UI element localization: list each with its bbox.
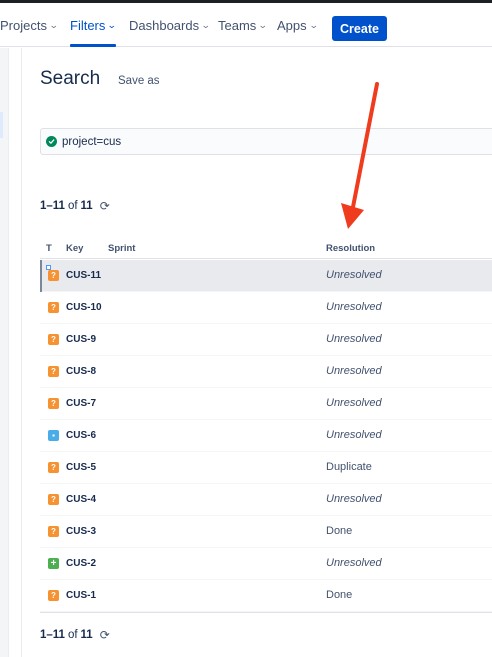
issue-key-link[interactable]: CUS-5	[66, 462, 96, 473]
issue-key-link[interactable]: CUS-2	[66, 558, 96, 569]
nav-apps-label: Apps	[277, 17, 307, 33]
nav-projects[interactable]: Projects ⌄	[0, 3, 59, 47]
top-navigation: Projects ⌄ Filters ⌄ Dashboards ⌄ Teams ⌄ Ap…	[0, 3, 492, 47]
chevron-down-icon: ⌄	[200, 19, 211, 30]
question-icon: ?	[48, 334, 59, 345]
refresh-icon[interactable]: ⟳	[100, 628, 110, 642]
issue-key-link[interactable]: CUS-9	[66, 334, 96, 345]
question-icon: ?	[48, 526, 59, 537]
table-row[interactable]: ? CUS-4 Unresolved	[40, 484, 492, 516]
jql-query-text: project=cus	[62, 135, 122, 148]
table-row[interactable]: ? CUS-9 Unresolved	[40, 324, 492, 356]
column-header-sprint[interactable]: Sprint	[108, 243, 135, 254]
issue-key-link[interactable]: CUS-7	[66, 398, 96, 409]
result-of: of	[67, 629, 78, 641]
result-of: of	[67, 200, 78, 212]
resolution-value: Unresolved	[326, 365, 382, 377]
issue-key-link[interactable]: CUS-3	[66, 526, 96, 537]
table-row[interactable]: ▪ CUS-6 Unresolved	[40, 420, 492, 452]
nav-teams-label: Teams	[218, 17, 257, 33]
result-total: 11	[80, 629, 93, 641]
chevron-down-icon: ⌄	[308, 19, 319, 30]
resolution-value: Unresolved	[326, 429, 382, 441]
new-feature-icon: +	[48, 558, 59, 569]
story-icon: ▪	[48, 430, 59, 441]
table-row[interactable]: ? CUS-5 Duplicate	[40, 452, 492, 484]
issue-key-link[interactable]: CUS-1	[66, 590, 96, 601]
left-sidebar-rail	[0, 48, 9, 657]
content-divider	[21, 48, 22, 657]
nav-apps[interactable]: Apps ⌄	[277, 3, 319, 47]
resolution-value: Unresolved	[326, 557, 382, 569]
nav-dashboards[interactable]: Dashboards ⌄	[129, 3, 211, 47]
table-row[interactable]: ? CUS-1 Done	[40, 580, 492, 612]
table-row[interactable]: + CUS-2 Unresolved	[40, 548, 492, 580]
question-icon: ?	[48, 462, 59, 473]
header-divider	[40, 258, 492, 259]
resolution-value: Unresolved	[326, 493, 382, 505]
nav-projects-label: Projects	[0, 17, 47, 33]
chevron-down-icon: ⌄	[48, 19, 59, 30]
issue-key-link[interactable]: CUS-10	[66, 302, 102, 313]
resolution-value: Unresolved	[326, 333, 382, 345]
column-header-resolution[interactable]: Resolution	[326, 243, 375, 254]
result-range: 1–11	[40, 200, 65, 212]
table-row[interactable]: ? CUS-11 Unresolved	[40, 260, 492, 292]
question-icon: ?	[48, 302, 59, 313]
nav-filters-label: Filters	[70, 17, 106, 33]
create-button[interactable]: Create	[332, 16, 387, 41]
resolution-value: Unresolved	[326, 269, 382, 281]
page-title: Search	[40, 68, 101, 89]
table-bottom-divider	[40, 612, 492, 613]
pagination-summary-top: 1–11 of 11 ⟳	[40, 199, 110, 213]
result-range: 1–11	[40, 629, 65, 641]
pagination-summary-bottom: 1–11 of 11 ⟳	[40, 628, 110, 642]
valid-check-icon	[46, 136, 57, 147]
nav-filters[interactable]: Filters ⌄	[70, 3, 118, 47]
result-total: 11	[80, 200, 93, 212]
resolution-value: Done	[326, 525, 353, 537]
nav-dashboards-label: Dashboards	[129, 17, 200, 33]
chevron-down-icon: ⌄	[258, 19, 268, 30]
issue-key-link[interactable]: CUS-11	[66, 270, 101, 281]
annotation-arrow-head	[341, 203, 364, 229]
question-icon: ?	[48, 270, 59, 281]
refresh-icon[interactable]: ⟳	[100, 199, 110, 213]
sidebar-active-marker	[0, 112, 3, 138]
table-row[interactable]: ? CUS-8 Unresolved	[40, 356, 492, 388]
resolution-value: Done	[326, 589, 353, 601]
issue-key-link[interactable]: CUS-4	[66, 494, 96, 505]
table-row[interactable]: ? CUS-3 Done	[40, 516, 492, 548]
nav-teams[interactable]: Teams ⌄	[218, 3, 268, 47]
issue-key-link[interactable]: CUS-6	[66, 430, 96, 441]
save-as-button[interactable]: Save as	[118, 75, 160, 87]
question-icon: ?	[48, 494, 59, 505]
question-icon: ?	[48, 590, 59, 601]
resolution-value: Duplicate	[326, 461, 372, 473]
question-icon: ?	[48, 398, 59, 409]
jql-search-input[interactable]: project=cus	[40, 128, 492, 155]
column-header-key[interactable]: Key	[66, 243, 83, 254]
resolution-value: Unresolved	[326, 301, 382, 313]
table-row[interactable]: ? CUS-7 Unresolved	[40, 388, 492, 420]
resolution-value: Unresolved	[326, 397, 382, 409]
chevron-down-icon: ⌄	[107, 19, 118, 30]
question-icon: ?	[48, 366, 59, 377]
table-row[interactable]: ? CUS-10 Unresolved	[40, 292, 492, 324]
issue-key-link[interactable]: CUS-8	[66, 366, 96, 377]
column-header-type[interactable]: T	[46, 243, 52, 254]
